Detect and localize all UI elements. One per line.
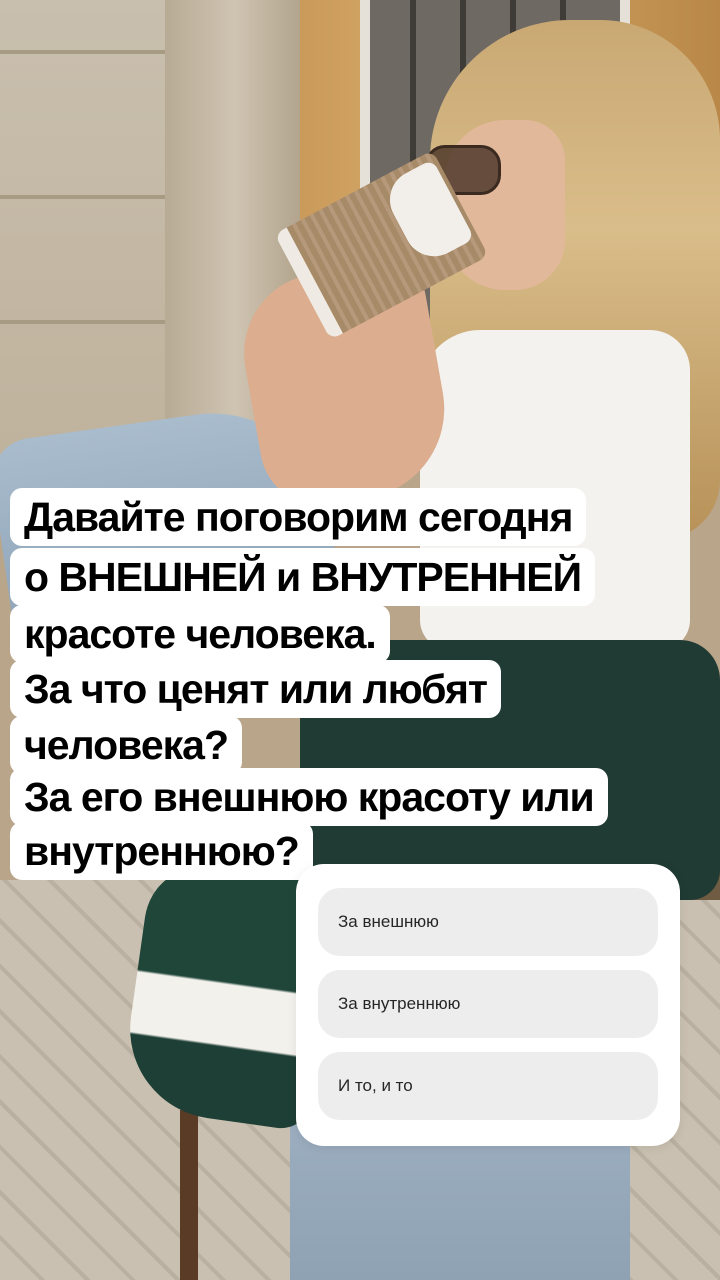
question-line: о ВНЕШНЕЙ и ВНУТРЕННЕЙ bbox=[10, 548, 596, 606]
question-line: внутреннюю? bbox=[10, 822, 313, 880]
question-line: Давайте поговорим сегодня bbox=[10, 488, 587, 546]
poll-option-external[interactable]: За внешнюю bbox=[318, 888, 658, 956]
question-line: За его внешнюю красоту или bbox=[10, 768, 608, 826]
question-line: человека? bbox=[10, 716, 242, 774]
story-screen: Давайте поговорим сегодня о ВНЕШНЕЙ и ВН… bbox=[0, 0, 720, 1280]
poll-sticker: За внешнюю За внутреннюю И то, и то bbox=[296, 864, 680, 1146]
poll-option-internal[interactable]: За внутреннюю bbox=[318, 970, 658, 1038]
question-line: красоте человека. bbox=[10, 605, 390, 663]
question-line: За что ценят или любят bbox=[10, 660, 501, 718]
poll-option-both[interactable]: И то, и то bbox=[318, 1052, 658, 1120]
